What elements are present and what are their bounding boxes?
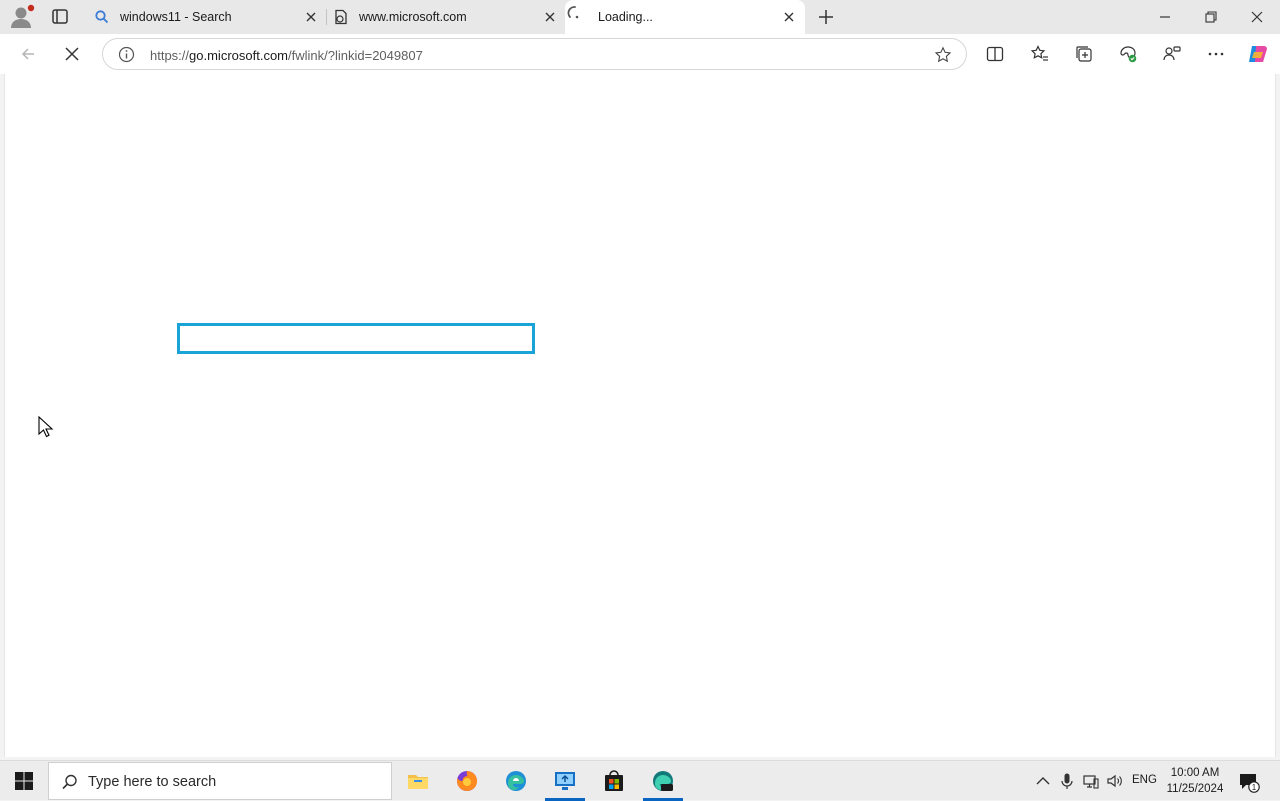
close-icon[interactable] (304, 10, 318, 24)
tab-actions-icon[interactable] (48, 5, 72, 29)
site-info-icon[interactable] (118, 46, 135, 63)
new-tab-icon[interactable] (815, 6, 837, 28)
taskbar-remote-desktop[interactable] (541, 761, 589, 801)
taskbar: Type here to search ENG 10:00 AM 11/25/2… (0, 760, 1280, 801)
edge-icon (506, 771, 526, 791)
search-icon (95, 10, 109, 24)
back-icon[interactable] (18, 44, 38, 64)
taskbar-firefox[interactable] (443, 761, 491, 801)
url-text[interactable]: https://go.microsoft.com/fwlink/?linkid=… (150, 48, 423, 63)
volume-icon[interactable] (1106, 772, 1124, 790)
close-window-icon[interactable] (1248, 8, 1266, 26)
network-icon[interactable] (1082, 772, 1100, 790)
input-language[interactable]: ENG (1132, 774, 1157, 786)
microphone-icon[interactable] (1058, 772, 1076, 790)
taskbar-edge-dev[interactable] (639, 761, 687, 801)
split-screen-icon[interactable] (985, 44, 1005, 64)
close-icon[interactable] (782, 10, 796, 24)
close-icon[interactable] (543, 10, 557, 24)
page-icon (335, 9, 347, 25)
page-content (4, 74, 1276, 757)
profile-avatar-icon[interactable] (8, 4, 36, 30)
minimize-icon[interactable] (1156, 8, 1174, 26)
copilot-icon[interactable] (1246, 42, 1270, 66)
system-clock[interactable]: 10:00 AM 11/25/2024 (1160, 765, 1230, 797)
clock-date: 11/25/2024 (1166, 783, 1224, 795)
loading-spinner-icon (567, 6, 579, 19)
taskbar-store[interactable] (590, 761, 638, 801)
browser-essentials-icon[interactable] (1118, 44, 1138, 64)
more-options-icon[interactable] (1206, 44, 1226, 64)
taskbar-edge[interactable] (492, 761, 540, 801)
tab-loading[interactable]: Loading... (565, 0, 805, 34)
firefox-icon (457, 770, 478, 791)
windows-start-icon[interactable] (14, 771, 34, 791)
tab-strip: windows11 - Search www.microsoft.com Loa… (0, 0, 1280, 34)
search-icon (62, 774, 77, 790)
focused-element-outline[interactable] (177, 323, 535, 354)
clock-time: 10:00 AM (1170, 767, 1220, 779)
notification-count: 1 (1252, 783, 1257, 792)
favorite-star-icon[interactable] (934, 46, 952, 64)
favorites-icon[interactable] (1030, 44, 1050, 64)
collections-icon[interactable] (1074, 44, 1094, 64)
tab-title: www.microsoft.com (359, 10, 467, 24)
search-placeholder: Type here to search (88, 774, 217, 790)
file-explorer-icon (408, 775, 428, 789)
tab-title: windows11 - Search (120, 10, 232, 24)
tab-title: Loading... (598, 10, 653, 24)
tab-search[interactable]: windows11 - Search (86, 0, 326, 34)
taskbar-search-box[interactable]: Type here to search (48, 762, 392, 800)
remote-desktop-icon (555, 772, 575, 790)
url-path: /fwlink/?linkid=2049807 (288, 48, 423, 63)
notification-center-icon[interactable]: 1 (1238, 771, 1260, 793)
url-scheme: https:// (150, 48, 190, 63)
mouse-cursor-icon (38, 416, 54, 438)
edge-dev-icon (653, 771, 673, 791)
browser-toolbar: https://go.microsoft.com/fwlink/?linkid=… (0, 34, 1280, 74)
restore-icon[interactable] (1202, 8, 1220, 26)
show-hidden-icons-icon[interactable] (1034, 772, 1052, 790)
taskbar-file-explorer[interactable] (394, 761, 442, 801)
tab-microsoft[interactable]: www.microsoft.com (327, 0, 565, 34)
extensions-icon[interactable] (1162, 44, 1182, 64)
store-icon (605, 770, 623, 791)
address-bar[interactable]: https://go.microsoft.com/fwlink/?linkid=… (102, 38, 967, 70)
stop-loading-icon[interactable] (62, 44, 82, 64)
url-host: go.microsoft.com (189, 48, 289, 63)
